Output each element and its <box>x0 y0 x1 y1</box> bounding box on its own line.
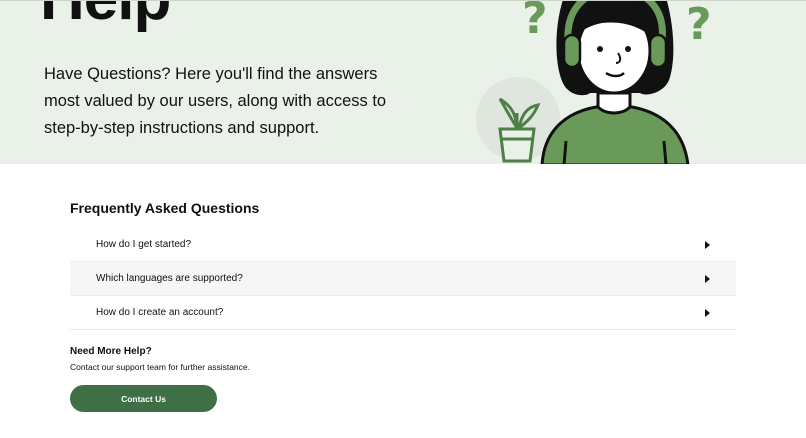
hero-description: Have Questions? Here you'll find the ans… <box>44 65 387 137</box>
help-description: Contact our support team for further ass… <box>70 362 251 372</box>
svg-text:?: ? <box>522 1 548 44</box>
caret-right-icon <box>705 308 710 317</box>
faq-question: Which languages are supported? <box>96 273 243 284</box>
faq-item-create-account[interactable]: How do I create an account? <box>70 296 736 330</box>
hero-banner: Help Have Questions? Here you'll find th… <box>0 0 806 164</box>
faq-item-get-started[interactable]: How do I get started? <box>70 228 736 262</box>
svg-text:?: ? <box>686 1 712 50</box>
support-illustration: ? ? <box>476 1 712 164</box>
faq-heading: Frequently Asked Questions <box>70 200 260 216</box>
faq-question: How do I create an account? <box>96 307 224 318</box>
caret-right-icon <box>705 274 710 283</box>
help-heading: Need More Help? <box>70 346 152 357</box>
faq-item-languages[interactable]: Which languages are supported? <box>70 262 736 296</box>
caret-right-icon <box>705 240 710 249</box>
faq-question: How do I get started? <box>96 239 192 250</box>
page-title: Help <box>40 1 171 30</box>
contact-us-button[interactable]: Contact Us <box>70 385 217 412</box>
faq-list: How do I get started? Which languages ar… <box>70 228 736 330</box>
